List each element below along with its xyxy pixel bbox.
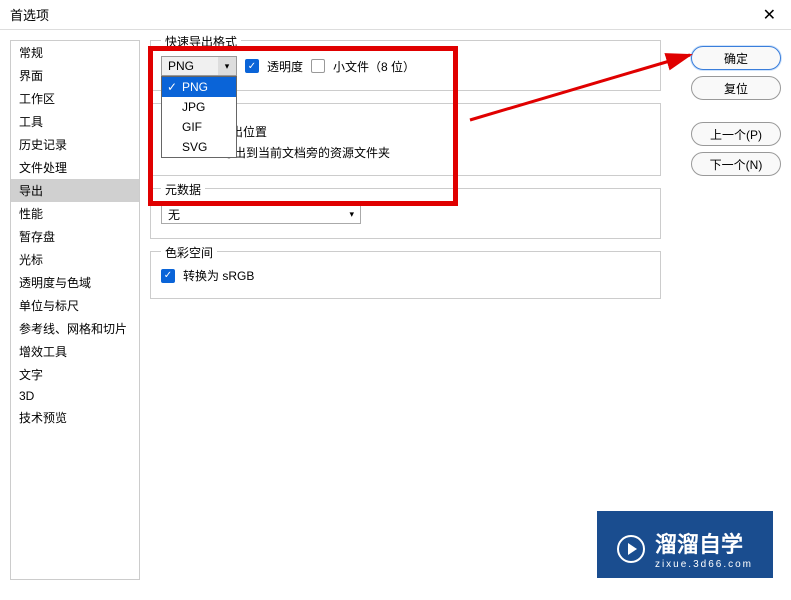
sidebar-item[interactable]: 暂存盘	[11, 225, 139, 248]
sidebar-item[interactable]: 3D	[11, 386, 139, 406]
convert-srgb-label: 转换为 sRGB	[183, 267, 254, 284]
sidebar-item[interactable]: 导出	[11, 179, 139, 202]
format-option[interactable]: PNG	[162, 77, 236, 97]
prev-button[interactable]: 上一个(P)	[691, 122, 781, 146]
metadata-value: 无	[168, 206, 180, 223]
ok-button[interactable]: 确定	[691, 46, 781, 70]
sidebar-item[interactable]: 增效工具	[11, 340, 139, 363]
dialog-title: 首选项	[10, 5, 49, 24]
format-selected: PNG	[162, 59, 218, 73]
smallfile-label: 小文件（8 位）	[333, 58, 415, 75]
sidebar-item[interactable]: 技术预览	[11, 406, 139, 429]
sidebar-item[interactable]: 性能	[11, 202, 139, 225]
play-icon	[617, 535, 645, 563]
metadata-select[interactable]: 无 ▾	[161, 204, 361, 224]
watermark-sub: zixue.3d66.com	[655, 559, 753, 570]
sidebar-item[interactable]: 参考线、网格和切片	[11, 317, 139, 340]
export-location-option3-text: 导出到当前文档旁的资源文件夹	[222, 144, 390, 161]
sidebar-item[interactable]: 光标	[11, 248, 139, 271]
sidebar-item[interactable]: 工具	[11, 110, 139, 133]
convert-srgb-checkbox[interactable]: ✓	[161, 269, 175, 283]
transparency-label: 透明度	[267, 58, 303, 75]
format-combo[interactable]: PNG ▾ PNGJPGGIFSVG	[161, 56, 237, 76]
smallfile-checkbox[interactable]	[311, 59, 325, 73]
watermark: 溜溜自学 zixue.3d66.com	[597, 511, 773, 578]
sidebar-item[interactable]: 文字	[11, 363, 139, 386]
watermark-text: 溜溜自学	[655, 527, 753, 559]
colorspace-legend: 色彩空间	[161, 244, 217, 261]
sidebar-item[interactable]: 常规	[11, 41, 139, 64]
sidebar-item[interactable]: 透明度与色域	[11, 271, 139, 294]
close-icon[interactable]: ✕	[758, 5, 781, 25]
export-format-legend: 快速导出格式	[161, 33, 241, 50]
format-dropdown-list: PNGJPGGIFSVG	[161, 76, 237, 158]
chevron-down-icon: ▾	[349, 209, 354, 220]
next-button[interactable]: 下一个(N)	[691, 152, 781, 176]
reset-button[interactable]: 复位	[691, 76, 781, 100]
sidebar-item[interactable]: 文件处理	[11, 156, 139, 179]
metadata-group: 元数据 无 ▾	[150, 188, 661, 239]
format-option[interactable]: SVG	[162, 137, 236, 157]
format-option[interactable]: JPG	[162, 97, 236, 117]
export-format-group: 快速导出格式 PNG ▾ PNGJPGGIFSVG ✓ 透明度 小文件（8 位）	[150, 40, 661, 91]
sidebar-item[interactable]: 历史记录	[11, 133, 139, 156]
sidebar-item[interactable]: 界面	[11, 64, 139, 87]
transparency-checkbox[interactable]: ✓	[245, 59, 259, 73]
metadata-legend: 元数据	[161, 181, 205, 198]
sidebar-item[interactable]: 工作区	[11, 87, 139, 110]
colorspace-group: 色彩空间 ✓ 转换为 sRGB	[150, 251, 661, 299]
format-option[interactable]: GIF	[162, 117, 236, 137]
sidebar-item[interactable]: 单位与标尺	[11, 294, 139, 317]
chevron-down-icon[interactable]: ▾	[218, 57, 236, 75]
sidebar: 常规界面工作区工具历史记录文件处理导出性能暂存盘光标透明度与色域单位与标尺参考线…	[10, 40, 140, 580]
